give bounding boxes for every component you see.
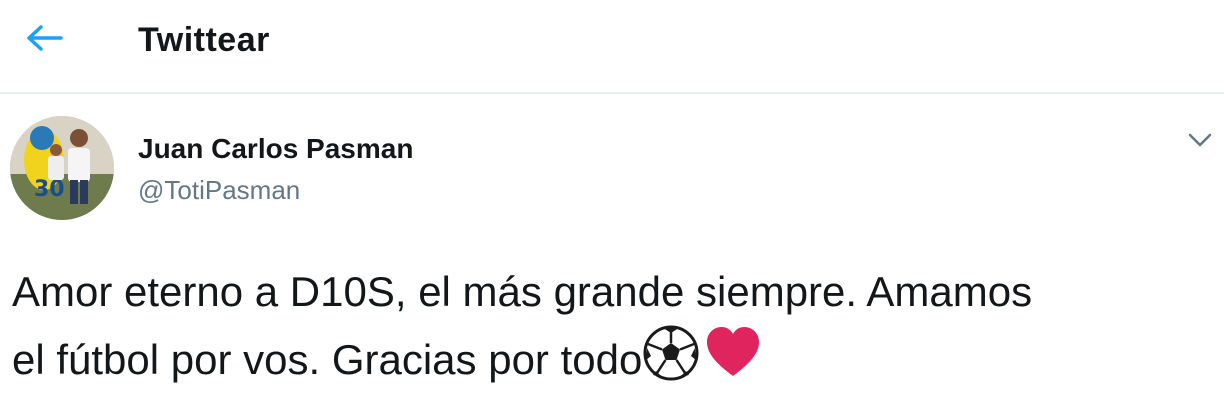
tweet-body: Amor eterno a D10S, el más grande siempr…: [12, 260, 1212, 392]
tweet-text-line-1: Amor eterno a D10S, el más grande siempr…: [12, 268, 1033, 315]
chevron-down-icon: [1187, 131, 1213, 154]
soccer-ball-icon: [642, 324, 700, 382]
author-avatar[interactable]: 30: [10, 116, 114, 220]
page-title: Twittear: [138, 21, 270, 59]
author-handle[interactable]: @TotiPasman: [138, 174, 300, 206]
red-heart-icon: [704, 324, 762, 382]
arrow-left-icon: [25, 23, 63, 58]
author-display-name[interactable]: Juan Carlos Pasman: [138, 132, 413, 166]
svg-text:30: 30: [34, 177, 65, 202]
back-button[interactable]: [20, 18, 68, 62]
tweet-text-line-2: el fútbol por vos. Gracias por todo: [12, 324, 1212, 392]
tweet-menu-button[interactable]: [1180, 124, 1220, 160]
tweet-text-line-2-text: el fútbol por vos. Gracias por todo: [12, 336, 643, 383]
top-bar: Twittear: [0, 0, 1224, 94]
tweet-detail-view: Twittear 30 Juan Carlos Pasman @TotiPasm…: [0, 0, 1224, 410]
